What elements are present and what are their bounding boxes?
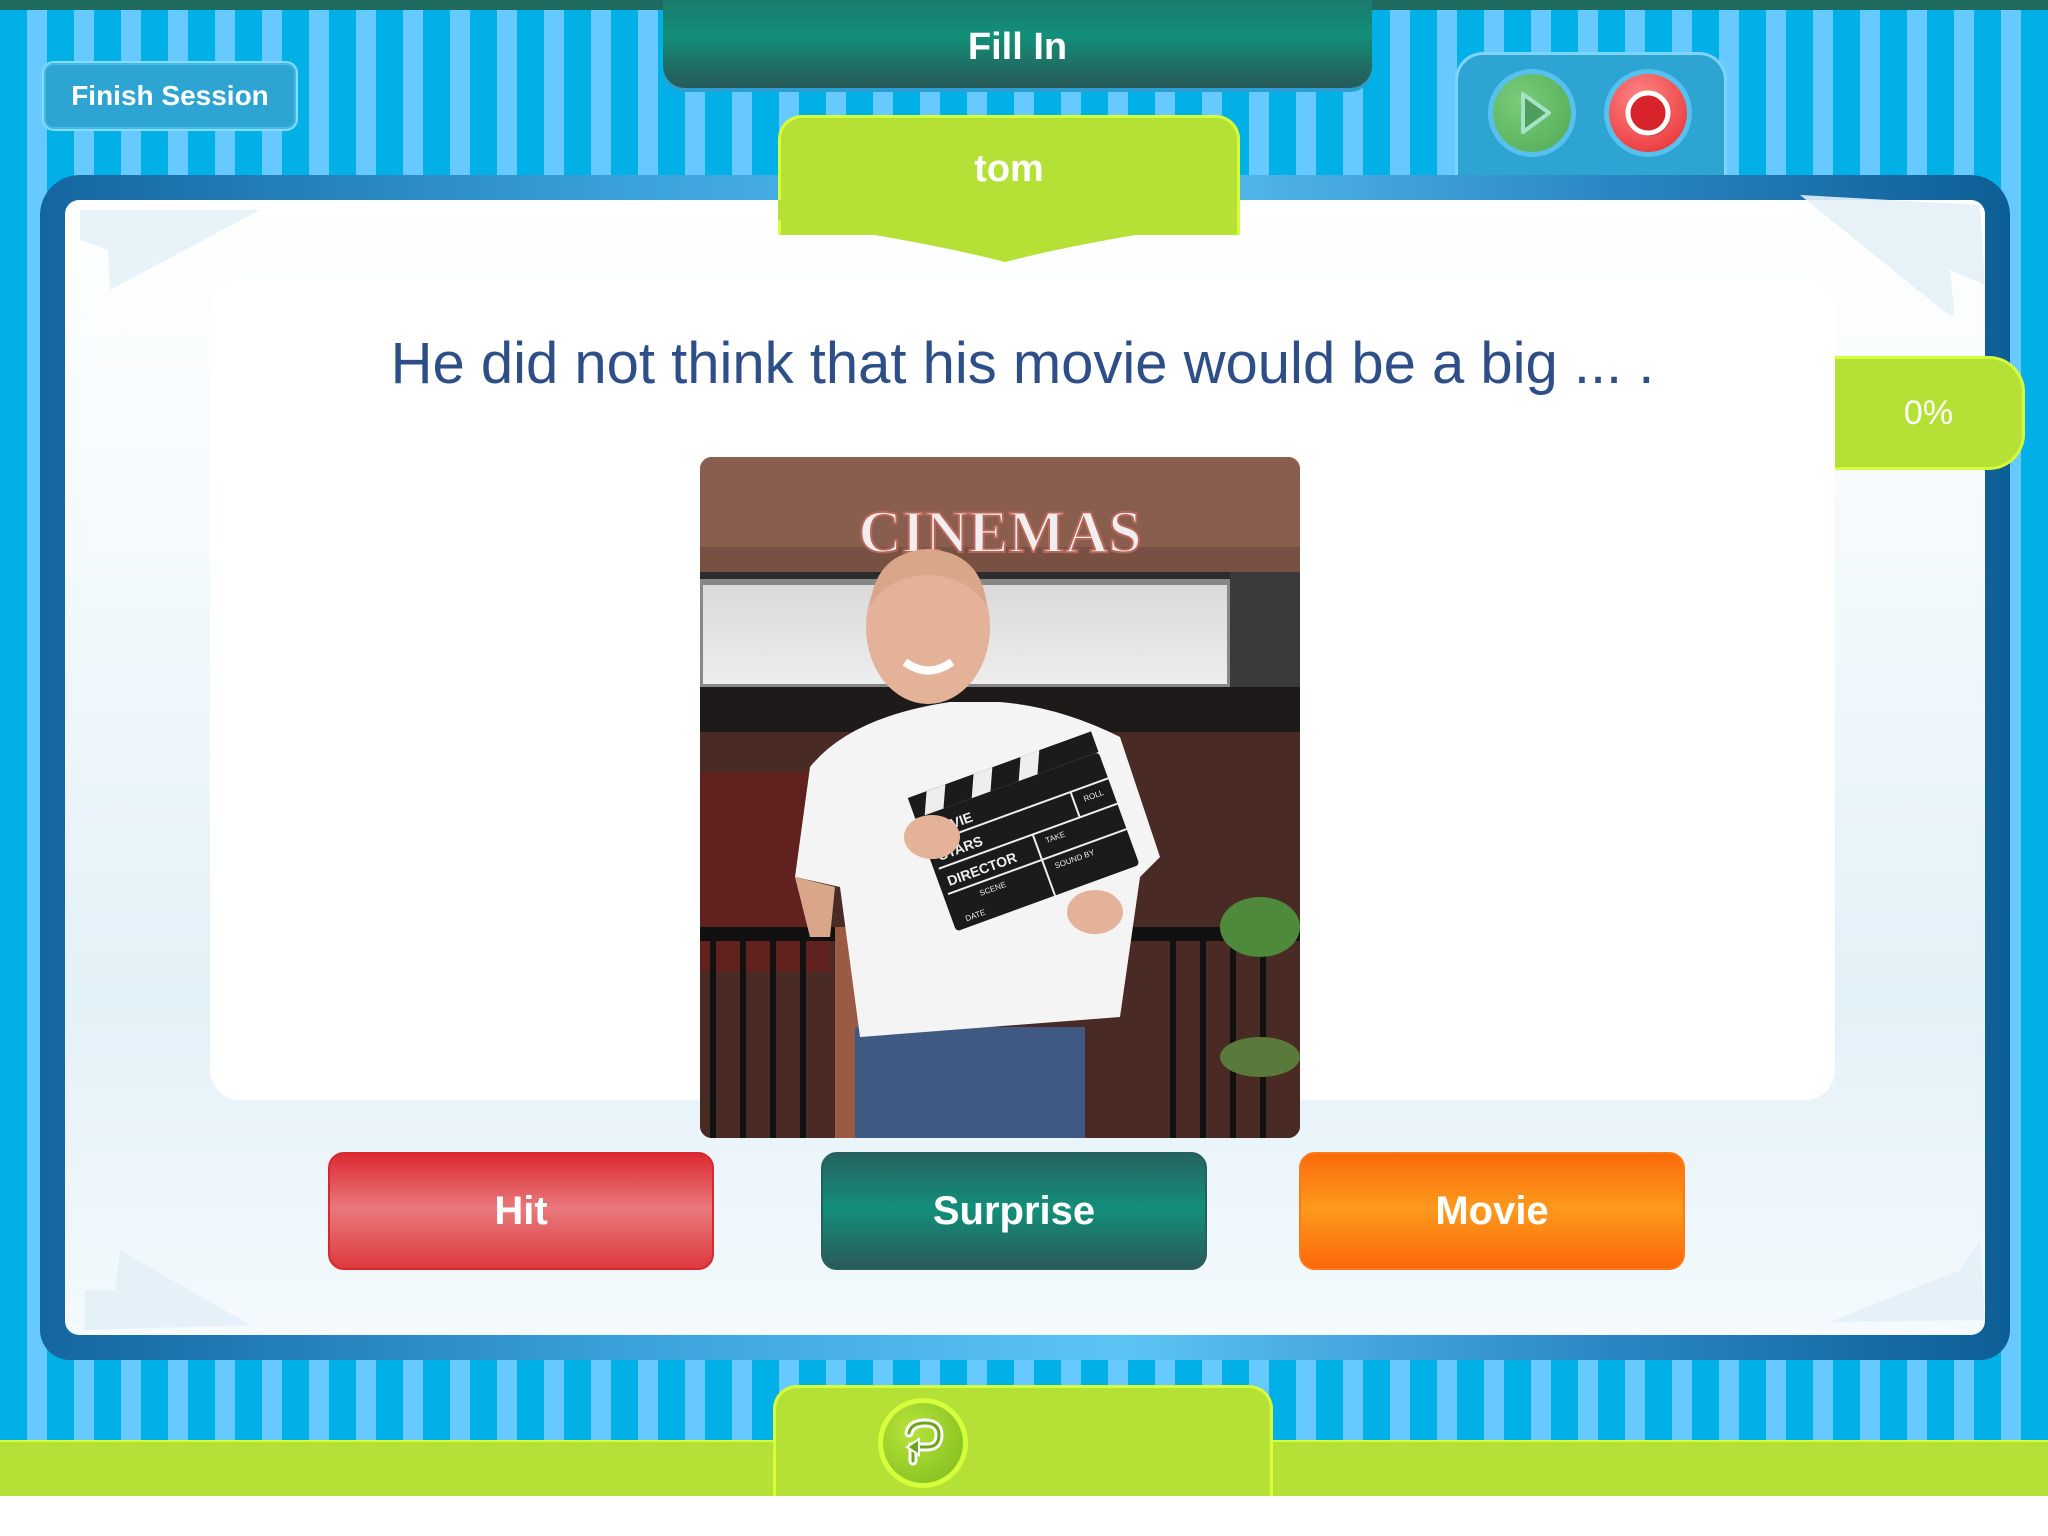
tab-notch: [778, 200, 1232, 262]
record-button[interactable]: [1604, 69, 1692, 157]
replay-button[interactable]: [878, 1398, 968, 1488]
cinemas-sign: CINEMAS: [858, 499, 1141, 565]
answer-button-surprise[interactable]: Surprise: [821, 1152, 1207, 1270]
audio-controls-panel: [1455, 52, 1727, 185]
cinema-photo: CINEMAS STARS DIRECTOR SCENE TAKE ROLL S…: [700, 457, 1300, 1138]
page-curl-bottom-left-icon: [85, 1250, 250, 1330]
activity-title: Fill In: [967, 25, 1068, 68]
progress-tab: 0%: [1835, 356, 2025, 470]
answer-button-hit[interactable]: Hit: [328, 1152, 714, 1270]
replay-icon: [904, 1418, 944, 1466]
bottom-tab: [773, 1385, 1273, 1496]
record-icon: [1625, 90, 1671, 136]
play-icon: [1521, 92, 1551, 134]
question-image: CINEMAS STARS DIRECTOR SCENE TAKE ROLL S…: [700, 457, 1300, 1138]
play-button[interactable]: [1488, 69, 1576, 157]
page-curl-bottom-right-icon: [1830, 1240, 1985, 1322]
answer-button-movie[interactable]: Movie: [1299, 1152, 1685, 1270]
activity-header: Fill In: [663, 0, 1372, 88]
progress-percent: 0%: [1903, 393, 1954, 432]
finish-session-button[interactable]: Finish Session: [42, 61, 298, 131]
question-text: He did not think that his movie would be…: [390, 331, 1655, 396]
